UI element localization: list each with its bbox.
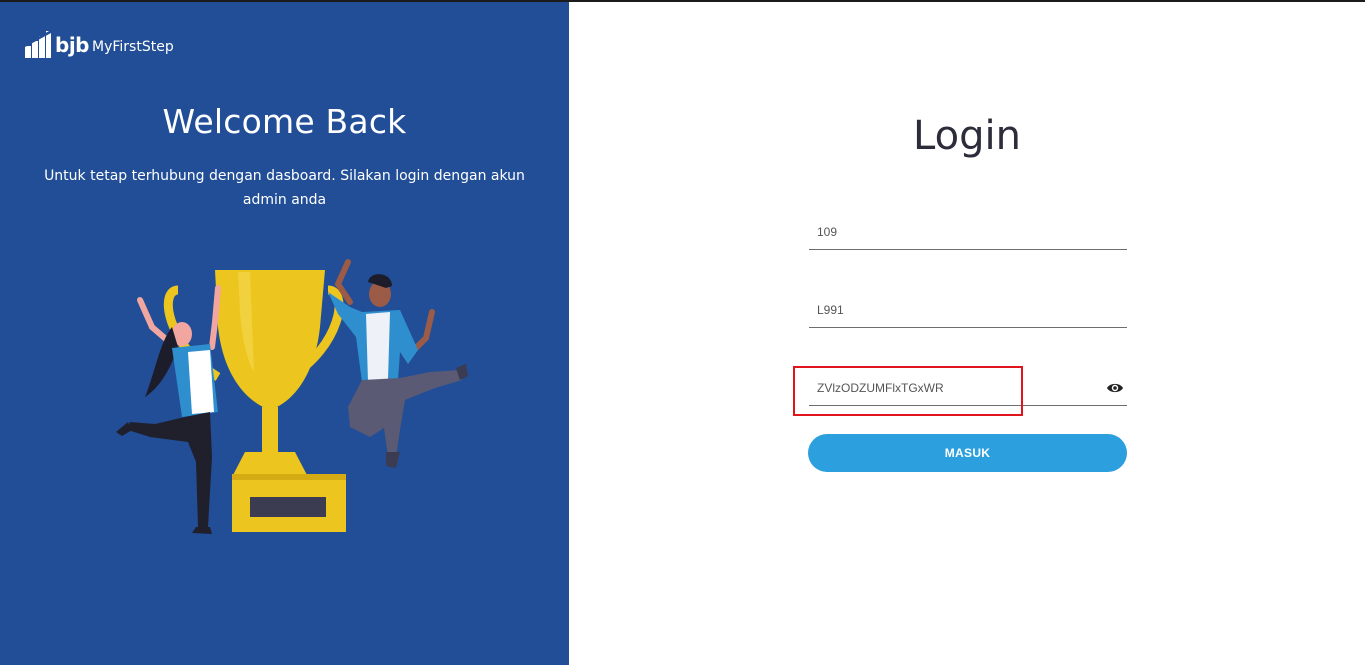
bar-chart-logo-icon (25, 30, 51, 58)
trophy-celebration-illustration (116, 259, 468, 534)
welcome-title: Welcome Back (162, 102, 407, 141)
brand-short: bjb (55, 33, 90, 57)
woman-figure (116, 285, 221, 534)
username-input[interactable] (809, 224, 1127, 239)
code-input[interactable] (809, 302, 1127, 317)
welcome-panel: bjb MyFirstStep Welcome Back Untuk tetap… (0, 2, 569, 665)
brand-name: MyFirstStep (92, 38, 174, 55)
login-title: Login (913, 113, 1021, 159)
username-field (809, 214, 1127, 250)
code-field (809, 292, 1127, 328)
welcome-subtitle: Untuk tetap terhubung dengan dasboard. S… (44, 168, 525, 208)
login-button[interactable]: MASUK (808, 434, 1127, 472)
man-figure (328, 259, 468, 468)
highlight-box (793, 366, 1023, 416)
brand-logo: bjb MyFirstStep (25, 30, 174, 60)
eye-icon[interactable] (1107, 382, 1123, 394)
